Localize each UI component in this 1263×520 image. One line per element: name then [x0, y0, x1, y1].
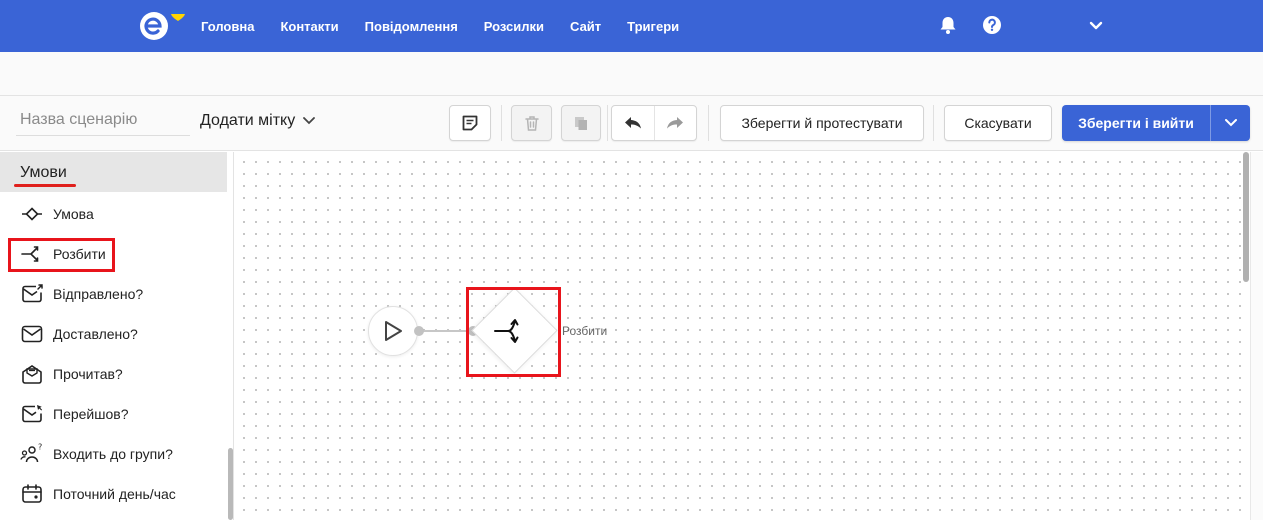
sidebar-item-current-time[interactable]: Поточний день/час: [0, 474, 227, 514]
sidebar-section-header[interactable]: Умови: [0, 152, 227, 192]
chevron-down-icon: [1224, 119, 1237, 127]
node-connector: [418, 330, 472, 332]
toolbar-divider: [607, 105, 608, 141]
note-icon: [462, 115, 478, 131]
toolbar-divider: [708, 105, 709, 141]
split-node-label: Розбити: [562, 324, 608, 338]
undo-redo-group: [611, 105, 697, 141]
sidebar-item-condition[interactable]: Умова: [0, 194, 227, 234]
group-icon: ?: [20, 443, 42, 463]
sidebar-item-delivered[interactable]: Доставлено?: [0, 314, 227, 354]
sent-mail-icon: [22, 284, 43, 303]
nav-home[interactable]: Головна: [201, 19, 254, 34]
nav-messages[interactable]: Повідомлення: [365, 19, 458, 34]
conditions-sidebar: Умови Умова Розбити Відправлено? Доставл…: [0, 152, 234, 520]
redo-button[interactable]: [655, 106, 697, 140]
condition-icon: [22, 207, 42, 221]
add-tag-dropdown[interactable]: Додати мітку: [200, 108, 316, 134]
sidebar-item-group[interactable]: ? Входить до групи?: [0, 434, 227, 474]
editor-toolbar: Додати мітку: [0, 96, 1263, 151]
delivered-mail-icon: [21, 325, 43, 343]
chevron-down-icon[interactable]: [1085, 14, 1107, 36]
toolbar-divider: [501, 105, 502, 141]
read-mail-icon: [22, 365, 42, 384]
undo-icon: [624, 117, 641, 129]
main-nav: Головна Контакти Повідомлення Розсилки С…: [201, 0, 705, 52]
sidebar-item-label: Відправлено?: [53, 286, 144, 302]
sidebar-item-label: Прочитав?: [53, 366, 123, 382]
clicked-mail-icon: [22, 405, 43, 423]
blank-strip: [0, 52, 1263, 96]
sidebar-section-title: Умови: [20, 164, 67, 181]
toolbar-divider: [933, 105, 934, 141]
nav-triggers[interactable]: Тригери: [627, 19, 679, 34]
header-underline-annotation: [14, 184, 76, 187]
top-navbar: Головна Контакти Повідомлення Розсилки С…: [0, 0, 1263, 52]
notes-button[interactable]: [449, 105, 491, 141]
calendar-icon: [22, 484, 42, 503]
save-and-test-button[interactable]: Зберегти й протестувати: [720, 105, 924, 141]
output-port[interactable]: [414, 326, 424, 336]
undo-button[interactable]: [612, 106, 655, 140]
sidebar-item-clicked[interactable]: Перейшов?: [0, 394, 227, 434]
logo[interactable]: [138, 8, 188, 44]
svg-text:?: ?: [38, 443, 42, 452]
split-highlight-annotation: [8, 238, 115, 272]
sidebar-item-read[interactable]: Прочитав?: [0, 354, 227, 394]
sidebar-item-label: Умова: [53, 206, 94, 222]
nav-contacts[interactable]: Контакти: [280, 19, 338, 34]
nav-site[interactable]: Сайт: [570, 19, 601, 34]
add-tag-label: Додати мітку: [200, 112, 296, 129]
save-and-exit-button[interactable]: Зберегти і вийти: [1062, 105, 1211, 141]
split-node-highlight-annotation: [466, 287, 561, 377]
help-icon[interactable]: [981, 14, 1003, 36]
canvas-scrollbar[interactable]: [1243, 152, 1249, 282]
trash-icon: [524, 116, 539, 131]
delete-button[interactable]: [511, 105, 552, 141]
scenario-name-input[interactable]: [16, 104, 190, 136]
canvas-scrollbar-track[interactable]: [1250, 152, 1263, 520]
bell-icon[interactable]: [937, 14, 959, 36]
save-and-exit-group: Зберегти і вийти: [1062, 105, 1250, 141]
save-options-dropdown[interactable]: [1211, 105, 1250, 141]
nav-campaigns[interactable]: Розсилки: [484, 19, 544, 34]
start-node[interactable]: [368, 306, 418, 356]
redo-icon: [667, 117, 684, 129]
sidebar-item-label: Перейшов?: [53, 406, 129, 422]
play-icon: [385, 321, 402, 341]
cancel-button[interactable]: Скасувати: [944, 105, 1052, 141]
sidebar-item-label: Доставлено?: [53, 326, 138, 342]
sidebar-item-label: Поточний день/час: [53, 486, 176, 502]
copy-icon: [575, 117, 587, 130]
chevron-down-icon: [303, 117, 316, 125]
sidebar-item-label: Входить до групи?: [53, 446, 173, 462]
sidebar-item-sent[interactable]: Відправлено?: [0, 274, 227, 314]
copy-button[interactable]: [561, 105, 601, 141]
sidebar-scrollbar[interactable]: [228, 448, 233, 520]
